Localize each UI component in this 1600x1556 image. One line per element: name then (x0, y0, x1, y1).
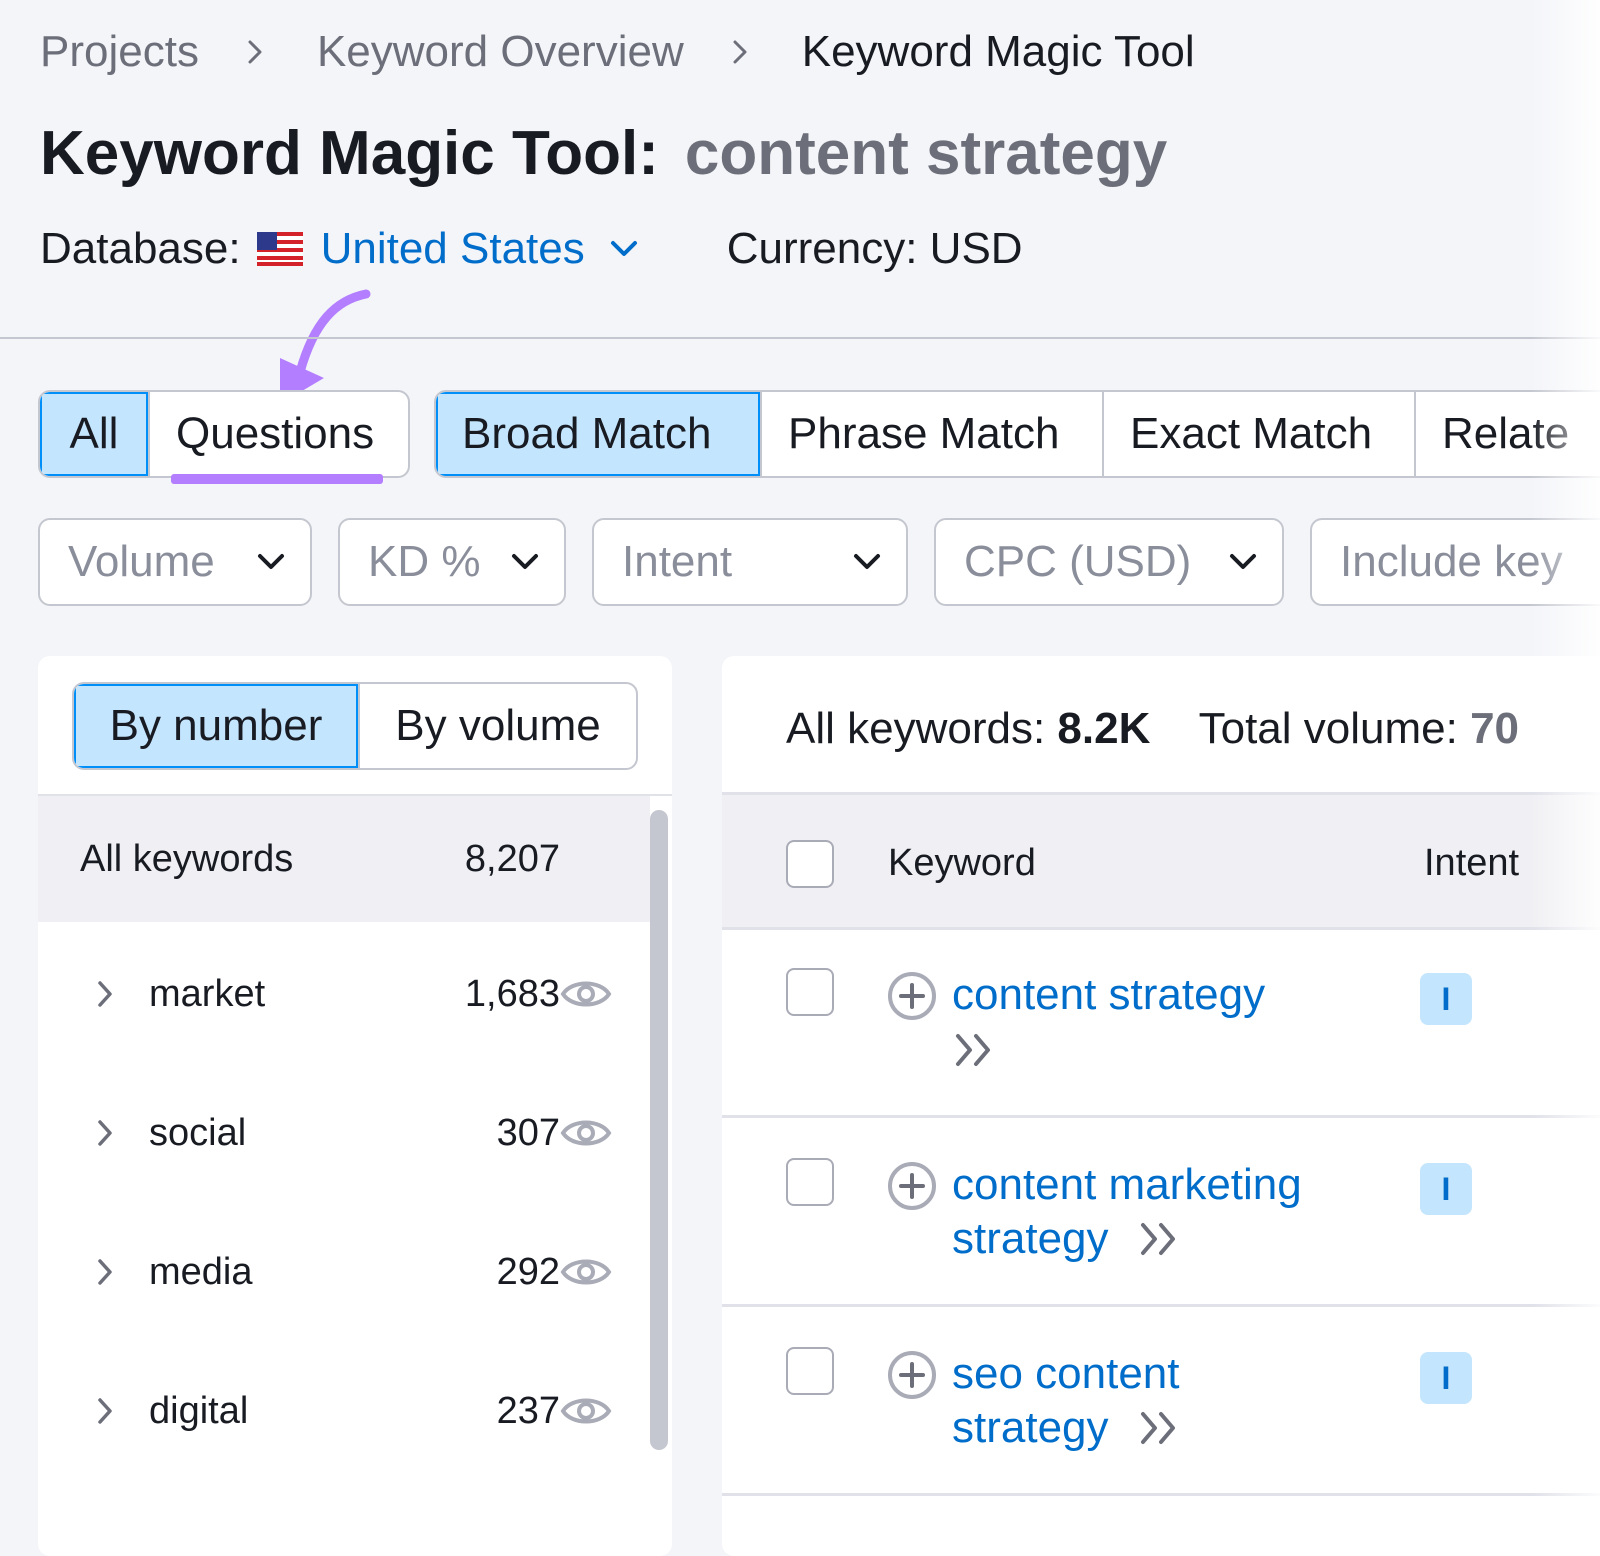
tab-phrase-match[interactable]: Phrase Match (760, 392, 1102, 476)
page-title-prefix: Keyword Magic Tool: (40, 119, 659, 188)
us-flag-icon (256, 232, 303, 266)
chevron-down-icon (854, 554, 880, 569)
chevron-right-icon[interactable] (90, 979, 120, 1009)
keyword-link-line2-row: strategy (952, 1212, 1302, 1266)
add-to-list-icon[interactable] (886, 970, 938, 1022)
intent-badge: I (1420, 1352, 1472, 1404)
row-divider (722, 1493, 1600, 1496)
eye-icon[interactable] (560, 1252, 612, 1292)
chevron-down-icon (1230, 554, 1256, 569)
header-divider (722, 792, 1600, 795)
tab-all[interactable]: All (40, 392, 148, 476)
group-label: social (149, 1111, 247, 1154)
filter-volume-label: Volume (68, 537, 215, 586)
summary-all-value: 8.2K (1057, 704, 1151, 753)
group-count: 292 (496, 1250, 560, 1293)
group-row[interactable]: social 307 (38, 1095, 650, 1171)
breadcrumb-current: Keyword Magic Tool (801, 27, 1195, 76)
chevron-right-icon (243, 40, 267, 64)
tab-exact-match[interactable]: Exact Match (1102, 392, 1414, 476)
row-divider (722, 1115, 1600, 1118)
page-title: Keyword Magic Tool: content strategy (40, 118, 1167, 189)
chevron-right-icon[interactable] (90, 1257, 120, 1287)
group-count: 307 (496, 1111, 560, 1154)
right-edge-fade (1530, 0, 1600, 1550)
chevron-down-icon (512, 554, 538, 569)
keyword-type-tabs: All Questions (38, 390, 410, 478)
chevron-right-icon[interactable] (90, 1118, 120, 1148)
group-all-count: 8,207 (464, 837, 560, 880)
intent-badge: I (1420, 973, 1472, 1025)
group-count: 1,683 (464, 972, 560, 1015)
double-chevron-right-icon[interactable] (1139, 1410, 1183, 1446)
group-label: digital (149, 1389, 249, 1432)
group-row-all[interactable]: All keywords 8,207 (38, 796, 650, 922)
chevron-down-icon (258, 554, 284, 569)
filter-intent-label: Intent (622, 537, 733, 586)
keyword-link-line1[interactable]: seo content (952, 1347, 1183, 1401)
currency-label: Currency: USD (726, 224, 1023, 273)
sort-by-number[interactable]: By number (74, 684, 358, 768)
chevron-right-icon (728, 40, 752, 64)
chevron-right-icon[interactable] (90, 1396, 120, 1426)
filter-intent[interactable]: Intent (592, 518, 908, 606)
column-header-intent[interactable]: Intent (1424, 842, 1519, 885)
intent-badge: I (1420, 1163, 1472, 1215)
keyword-link-line2-row: strategy (952, 1401, 1183, 1455)
results-summary: All keywords: 8.2K Total volume: 70 (786, 704, 1519, 754)
keyword-groups-panel: By number By volume All keywords 8,207 m… (38, 656, 672, 1556)
page-title-keyword: content strategy (684, 119, 1168, 188)
eye-icon[interactable] (560, 1113, 612, 1153)
row-divider (722, 1304, 1600, 1307)
row-checkbox[interactable] (786, 1347, 834, 1395)
keyword-link-line2[interactable]: strategy (952, 1212, 1109, 1266)
row-checkbox[interactable] (786, 968, 834, 1016)
group-label: market (149, 972, 266, 1015)
group-label: media (149, 1250, 253, 1293)
database-country-select[interactable]: United States (321, 224, 585, 274)
breadcrumb-keyword-overview[interactable]: Keyword Overview (317, 27, 684, 77)
filter-kd[interactable]: KD % (338, 518, 566, 606)
eye-icon[interactable] (560, 974, 612, 1014)
breadcrumb-projects[interactable]: Projects (40, 27, 199, 77)
breadcrumb: Projects Keyword Overview Keyword Magic … (40, 24, 1195, 80)
database-label: Database: (40, 224, 241, 273)
group-row[interactable]: digital 237 (38, 1373, 650, 1449)
filter-cpc[interactable]: CPC (USD) (934, 518, 1284, 606)
select-all-checkbox[interactable] (786, 840, 834, 888)
keyword-link-line1[interactable]: content marketing (952, 1158, 1302, 1212)
eye-icon[interactable] (560, 1391, 612, 1431)
filter-kd-label: KD % (368, 537, 481, 586)
group-row[interactable]: media 292 (38, 1234, 650, 1310)
filter-cpc-label: CPC (USD) (964, 537, 1192, 586)
summary-all-label: All keywords: (786, 704, 1046, 753)
keyword-link[interactable]: seo content strategy (952, 1347, 1183, 1455)
tab-broad-match[interactable]: Broad Match (436, 392, 760, 476)
row-checkbox[interactable] (786, 1158, 834, 1206)
add-to-list-icon[interactable] (886, 1160, 938, 1212)
double-chevron-right-icon[interactable] (1139, 1221, 1183, 1257)
summary-total-value: 70 (1470, 704, 1520, 753)
questions-highlight-underline (171, 474, 383, 484)
group-sort-toggle: By number By volume (72, 682, 638, 770)
double-chevron-right-icon[interactable] (954, 1032, 998, 1068)
sort-by-volume[interactable]: By volume (358, 684, 636, 768)
group-count: 237 (496, 1389, 560, 1432)
group-all-label: All keywords (80, 837, 294, 880)
add-to-list-icon[interactable] (886, 1349, 938, 1401)
keyword-link[interactable]: content strategy (952, 968, 1265, 1022)
filter-volume[interactable]: Volume (38, 518, 312, 606)
database-row: Database: United States Currency: USD (40, 224, 1023, 274)
chevron-down-icon[interactable] (607, 232, 641, 266)
keyword-link-line2[interactable]: strategy (952, 1401, 1109, 1455)
column-header-keyword[interactable]: Keyword (888, 842, 1036, 885)
match-type-tabs: Broad Match Phrase Match Exact Match Rel… (434, 390, 1600, 478)
keyword-link[interactable]: content marketing strategy (952, 1158, 1302, 1266)
tab-questions[interactable]: Questions (148, 392, 408, 476)
row-divider (722, 927, 1600, 930)
group-row[interactable]: market 1,683 (38, 956, 650, 1032)
groups-scrollbar[interactable] (650, 810, 668, 1450)
summary-total-label: Total volume: (1198, 704, 1458, 753)
header-divider (0, 337, 1600, 339)
